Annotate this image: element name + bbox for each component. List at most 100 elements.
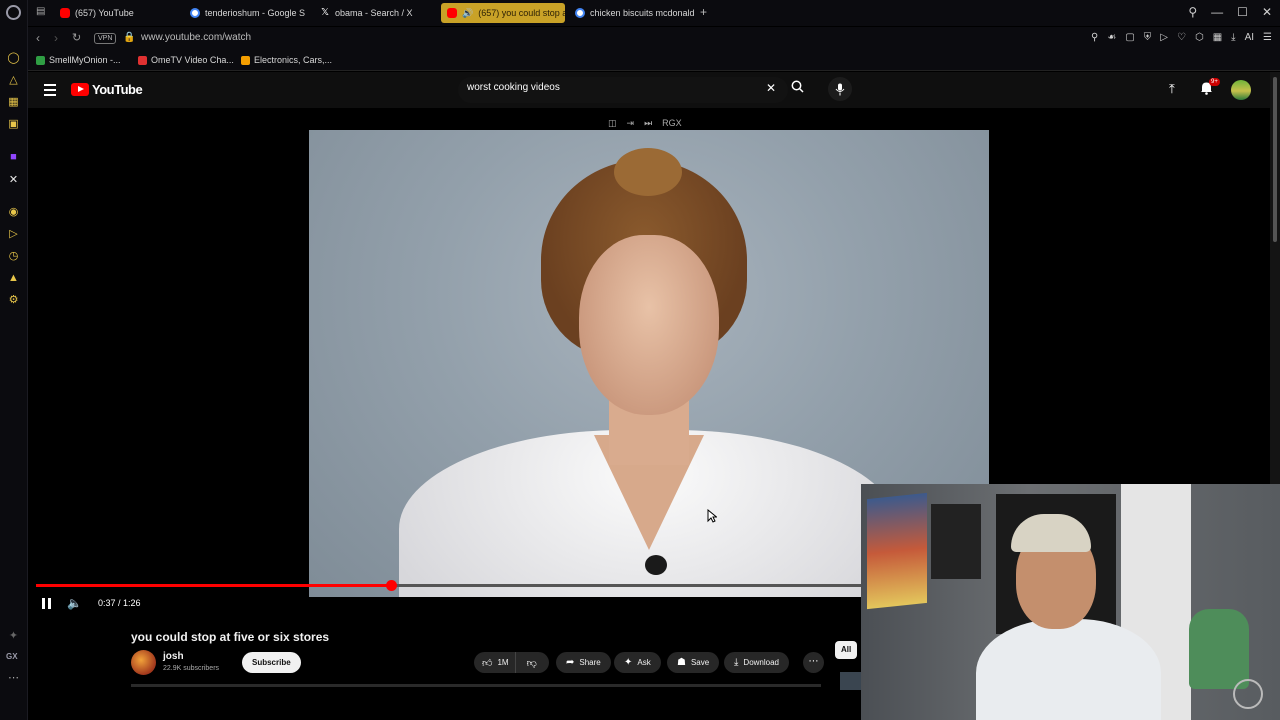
clock-icon[interactable]: ◷ bbox=[7, 250, 20, 263]
progress-scrubber[interactable] bbox=[385, 580, 397, 591]
like-button[interactable]: 👍︎ 1M bbox=[474, 652, 516, 673]
youtube-logo[interactable]: YouTube bbox=[71, 82, 143, 97]
toolbar-icons: ⚲ ☙ ▢ ⛨ ▷ ♡ ⬡ ▦ ⤓ AI ☰ bbox=[1091, 32, 1272, 43]
ai-button[interactable]: AI bbox=[1245, 32, 1254, 43]
download-toolbar-icon[interactable]: ⤓ bbox=[1231, 32, 1235, 43]
player-icon[interactable]: ◉ bbox=[7, 206, 20, 219]
minimize-icon[interactable]: — bbox=[1211, 5, 1223, 19]
gx-label[interactable]: GX bbox=[6, 652, 18, 661]
cube-icon[interactable]: ⬡ bbox=[1195, 32, 1204, 43]
ask-button[interactable]: ✦ Ask bbox=[614, 652, 661, 673]
scrollbar-thumb[interactable] bbox=[1273, 77, 1277, 242]
popout-icon[interactable]: ⇥ bbox=[627, 118, 635, 129]
search-tabs-icon[interactable]: ⚲ bbox=[1188, 5, 1197, 19]
lock-icon[interactable]: 🔒 bbox=[123, 32, 135, 43]
controller-icon[interactable]: ▦ bbox=[7, 96, 20, 109]
bookmark-label: SmellMyOnion -... bbox=[49, 55, 121, 65]
rgx-label[interactable]: RGX bbox=[662, 118, 682, 129]
more-icon[interactable]: ⋯ bbox=[7, 672, 20, 685]
pin-icon[interactable]: ✦ bbox=[7, 630, 20, 643]
notification-badge: 9+ bbox=[1209, 78, 1220, 86]
opera-logo-icon[interactable] bbox=[6, 5, 21, 20]
like-count: 1M bbox=[497, 658, 509, 667]
channel-avatar[interactable] bbox=[131, 650, 156, 675]
youtube-header: YouTube ✕ ⤒ 9+ bbox=[28, 72, 1270, 108]
forward-icon[interactable]: › bbox=[54, 31, 58, 45]
search-box bbox=[458, 77, 788, 103]
search-icon[interactable] bbox=[791, 80, 804, 98]
volume-icon[interactable]: 🔈 bbox=[67, 596, 82, 610]
pin-page-icon[interactable]: ☙ bbox=[1107, 32, 1116, 43]
back-icon[interactable]: ‹ bbox=[36, 31, 40, 45]
tab-label: (657) YouTube bbox=[75, 8, 134, 18]
bookmarks-bar: SmellMyOnion -... OmeTV Video Cha... Ele… bbox=[28, 51, 1280, 71]
progress-bar[interactable] bbox=[36, 580, 861, 591]
save-button[interactable]: ☗ Save bbox=[667, 652, 720, 673]
clear-search-icon[interactable]: ✕ bbox=[766, 81, 776, 95]
extensions-icon[interactable]: ▲ bbox=[7, 272, 20, 285]
share-button[interactable]: ➦ Share bbox=[556, 652, 611, 673]
channel-name[interactable]: josh bbox=[163, 651, 184, 662]
ask-label: Ask bbox=[637, 658, 651, 667]
download-button[interactable]: ⤓ Download bbox=[724, 652, 789, 673]
webcam-poster bbox=[867, 492, 927, 610]
upload-icon[interactable]: ⤒ bbox=[1169, 81, 1175, 97]
webcam-frame bbox=[931, 504, 981, 579]
tab-label: (657) you could stop a bbox=[478, 8, 565, 18]
shield-icon[interactable]: ⛨ bbox=[1144, 32, 1152, 43]
subscribe-button[interactable]: Subscribe bbox=[242, 652, 301, 673]
send-icon[interactable]: ▷ bbox=[7, 228, 20, 241]
history-icon[interactable]: ◯ bbox=[7, 52, 20, 65]
hamburger-menu-icon[interactable] bbox=[44, 84, 56, 99]
zoom-icon[interactable]: ⚲ bbox=[1091, 32, 1098, 43]
share-label: Share bbox=[579, 658, 601, 667]
bookmark-label: Electronics, Cars,... bbox=[254, 55, 333, 65]
reload-icon[interactable]: ↻ bbox=[72, 31, 81, 44]
window-controls: ⚲ — ☐ ✕ bbox=[1188, 5, 1272, 19]
recommended-thumbnail[interactable] bbox=[840, 672, 862, 690]
bookmark-smellmyonion[interactable]: SmellMyOnion -... bbox=[36, 55, 121, 65]
download-icon: ⤓ bbox=[734, 657, 739, 668]
voice-search-button[interactable] bbox=[828, 77, 852, 101]
url-field[interactable]: www.youtube.com/watch bbox=[141, 32, 251, 43]
vpn-badge[interactable]: VPN bbox=[94, 33, 117, 44]
tab-current-video[interactable]: 🔊 (657) you could stop a bbox=[441, 3, 565, 23]
twitch-icon[interactable]: ■ bbox=[7, 151, 20, 164]
youtube-wordmark: YouTube bbox=[92, 82, 143, 97]
tab-google-search[interactable]: tenderioshum - Google S bbox=[184, 3, 312, 23]
bag-icon[interactable]: △ bbox=[7, 74, 20, 87]
filter-chip-all[interactable]: All bbox=[835, 641, 858, 659]
speaker-icon[interactable]: 🔊 bbox=[462, 8, 473, 19]
video-subject-bun bbox=[614, 148, 682, 196]
x-sidebar-icon[interactable]: ✕ bbox=[7, 174, 20, 187]
search-input[interactable] bbox=[467, 82, 757, 93]
lapel-microphone bbox=[645, 555, 667, 575]
tab-list-icon[interactable]: ▤ bbox=[36, 6, 45, 17]
extensions-toolbar-icon[interactable]: ▦ bbox=[1213, 32, 1222, 43]
settings-icon[interactable]: ⚙ bbox=[7, 294, 20, 307]
sparkle-icon: ✦ bbox=[624, 657, 633, 668]
tab-google-mcdonalds[interactable]: chicken biscuits mcdonald bbox=[569, 3, 695, 23]
bookmark-ometv[interactable]: OmeTV Video Cha... bbox=[138, 55, 234, 65]
more-actions-icon[interactable]: ⋯ bbox=[803, 652, 824, 673]
streamer-body bbox=[976, 619, 1161, 720]
video-player[interactable]: ◫ ⇥ ⏭ RGX 🔈 0:37 / 1:26 bbox=[28, 108, 989, 622]
close-icon[interactable]: ✕ bbox=[1262, 5, 1272, 19]
new-tab-button[interactable]: + bbox=[700, 5, 707, 19]
mail-icon[interactable]: ▣ bbox=[7, 118, 20, 131]
skip-icon[interactable]: ⏭ bbox=[644, 118, 652, 129]
account-avatar[interactable] bbox=[1231, 80, 1251, 100]
pip-icon[interactable]: ◫ bbox=[608, 118, 617, 129]
snapshot-icon[interactable]: ▢ bbox=[1125, 32, 1134, 43]
menu-icon[interactable]: ☰ bbox=[1263, 32, 1272, 43]
tab-youtube-home[interactable]: (657) YouTube bbox=[54, 3, 182, 23]
player-controls: 🔈 0:37 / 1:26 bbox=[42, 596, 141, 610]
pause-button[interactable] bbox=[42, 597, 51, 609]
player-top-icons: ◫ ⇥ ⏭ RGX bbox=[608, 118, 682, 129]
bookmark-electronics[interactable]: Electronics, Cars,... bbox=[241, 55, 332, 65]
maximize-icon[interactable]: ☐ bbox=[1237, 5, 1248, 19]
tab-x-search[interactable]: 𝕏 obama - Search / X bbox=[314, 3, 440, 23]
player-toolbar-icon[interactable]: ▷ bbox=[1160, 32, 1168, 43]
dislike-button[interactable]: 👎︎ bbox=[521, 652, 543, 673]
heart-icon[interactable]: ♡ bbox=[1177, 32, 1186, 43]
